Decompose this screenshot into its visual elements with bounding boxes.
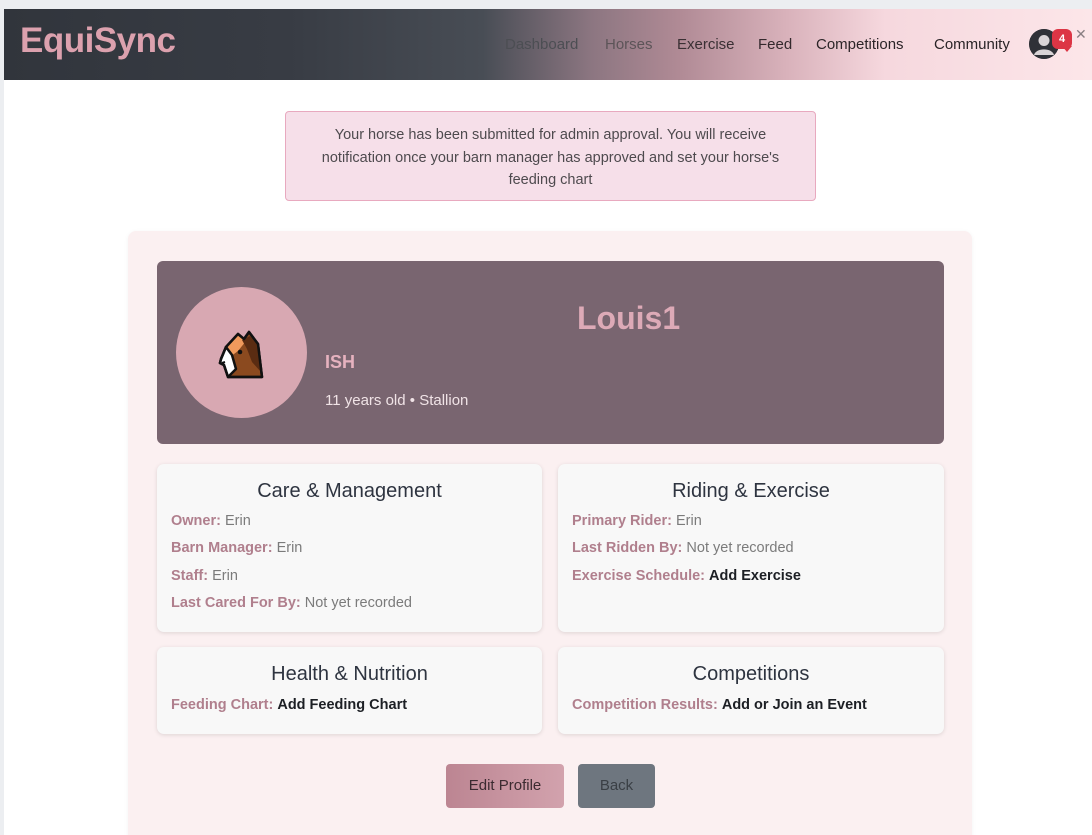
primary-rider-row: Primary Rider: Erin [572,513,702,529]
staff-label: Staff: [171,568,209,584]
nav-exercise[interactable]: Exercise [677,36,735,53]
care-management-card: Care & Management Owner: Erin Barn Manag… [157,464,542,632]
nav-dashboard[interactable]: Dashboard [505,36,578,53]
top-navbar: EquiSync Dashboard Horses Exercise Feed … [4,9,1092,80]
last-cared-value: Not yet recorded [304,595,412,611]
horse-age-sex: 11 years old • Stallion [325,392,469,409]
nav-horses[interactable]: Horses [605,36,653,53]
owner-label: Owner: [171,513,221,529]
last-cared-row: Last Cared For By: Not yet recorded [171,595,412,611]
horse-name: Louis1 [577,300,681,336]
browser-window: EquiSync Dashboard Horses Exercise Feed … [4,9,1092,835]
approval-alert: Your horse has been submitted for admin … [285,111,816,201]
primary-rider-value: Erin [675,513,702,529]
horse-breed: ISH [325,352,356,372]
horse-photo [176,287,307,418]
alert-line-3: feeding chart [508,172,593,189]
owner-row: Owner: Erin [171,513,251,529]
horse-hero-banner: Louis1 ISH 11 years old • Stallion [157,261,944,444]
back-button[interactable]: Back [578,764,655,808]
alert-line-1: Your horse has been submitted for admin … [334,127,767,143]
dropdown-caret-icon[interactable] [1062,46,1072,52]
exercise-schedule-row: Exercise Schedule: Add Exercise [572,568,801,584]
last-ridden-row: Last Ridden By: Not yet recorded [572,540,794,556]
add-feeding-chart-link[interactable]: Add Feeding Chart [277,697,407,713]
alert-line-2: notification once your barn manager has … [321,149,780,166]
close-icon[interactable]: ✕ [1075,27,1087,41]
last-ridden-value: Not yet recorded [686,540,794,556]
nav-feed[interactable]: Feed [758,36,792,53]
riding-exercise-card: Riding & Exercise Primary Rider: Erin La… [558,464,944,632]
add-join-event-link[interactable]: Add or Join an Event [722,697,867,713]
barn-manager-row: Barn Manager: Erin [171,540,302,556]
health-nutrition-card: Health & Nutrition Feeding Chart: Add Fe… [157,647,542,734]
staff-row: Staff: Erin [171,568,238,584]
horse-face-icon [218,330,264,379]
staff-value: Erin [212,568,238,584]
card-title: Care & Management [257,480,442,502]
competition-results-label: Competition Results: [572,697,718,713]
card-title: Riding & Exercise [672,480,830,502]
primary-rider-label: Primary Rider: [572,513,672,529]
barn-manager-label: Barn Manager: [171,540,273,556]
card-title: Health & Nutrition [271,663,428,685]
feeding-chart-row: Feeding Chart: Add Feeding Chart [171,697,407,713]
edit-profile-button[interactable]: Edit Profile [446,764,564,808]
competition-results-row: Competition Results: Add or Join an Even… [572,697,867,713]
add-exercise-link[interactable]: Add Exercise [709,568,801,584]
last-cared-label: Last Cared For By: [171,595,301,611]
nav-community[interactable]: Community [934,36,1010,53]
last-ridden-label: Last Ridden By: [572,540,683,556]
card-title: Competitions [692,663,810,685]
exercise-schedule-label: Exercise Schedule: [572,568,705,584]
brand-logo[interactable]: EquiSync [20,21,176,61]
barn-manager-value: Erin [276,540,303,556]
feeding-chart-label: Feeding Chart: [171,697,274,713]
competitions-card: Competitions Competition Results: Add or… [558,647,944,734]
nav-competitions[interactable]: Competitions [816,36,904,53]
owner-value: Erin [224,513,251,529]
